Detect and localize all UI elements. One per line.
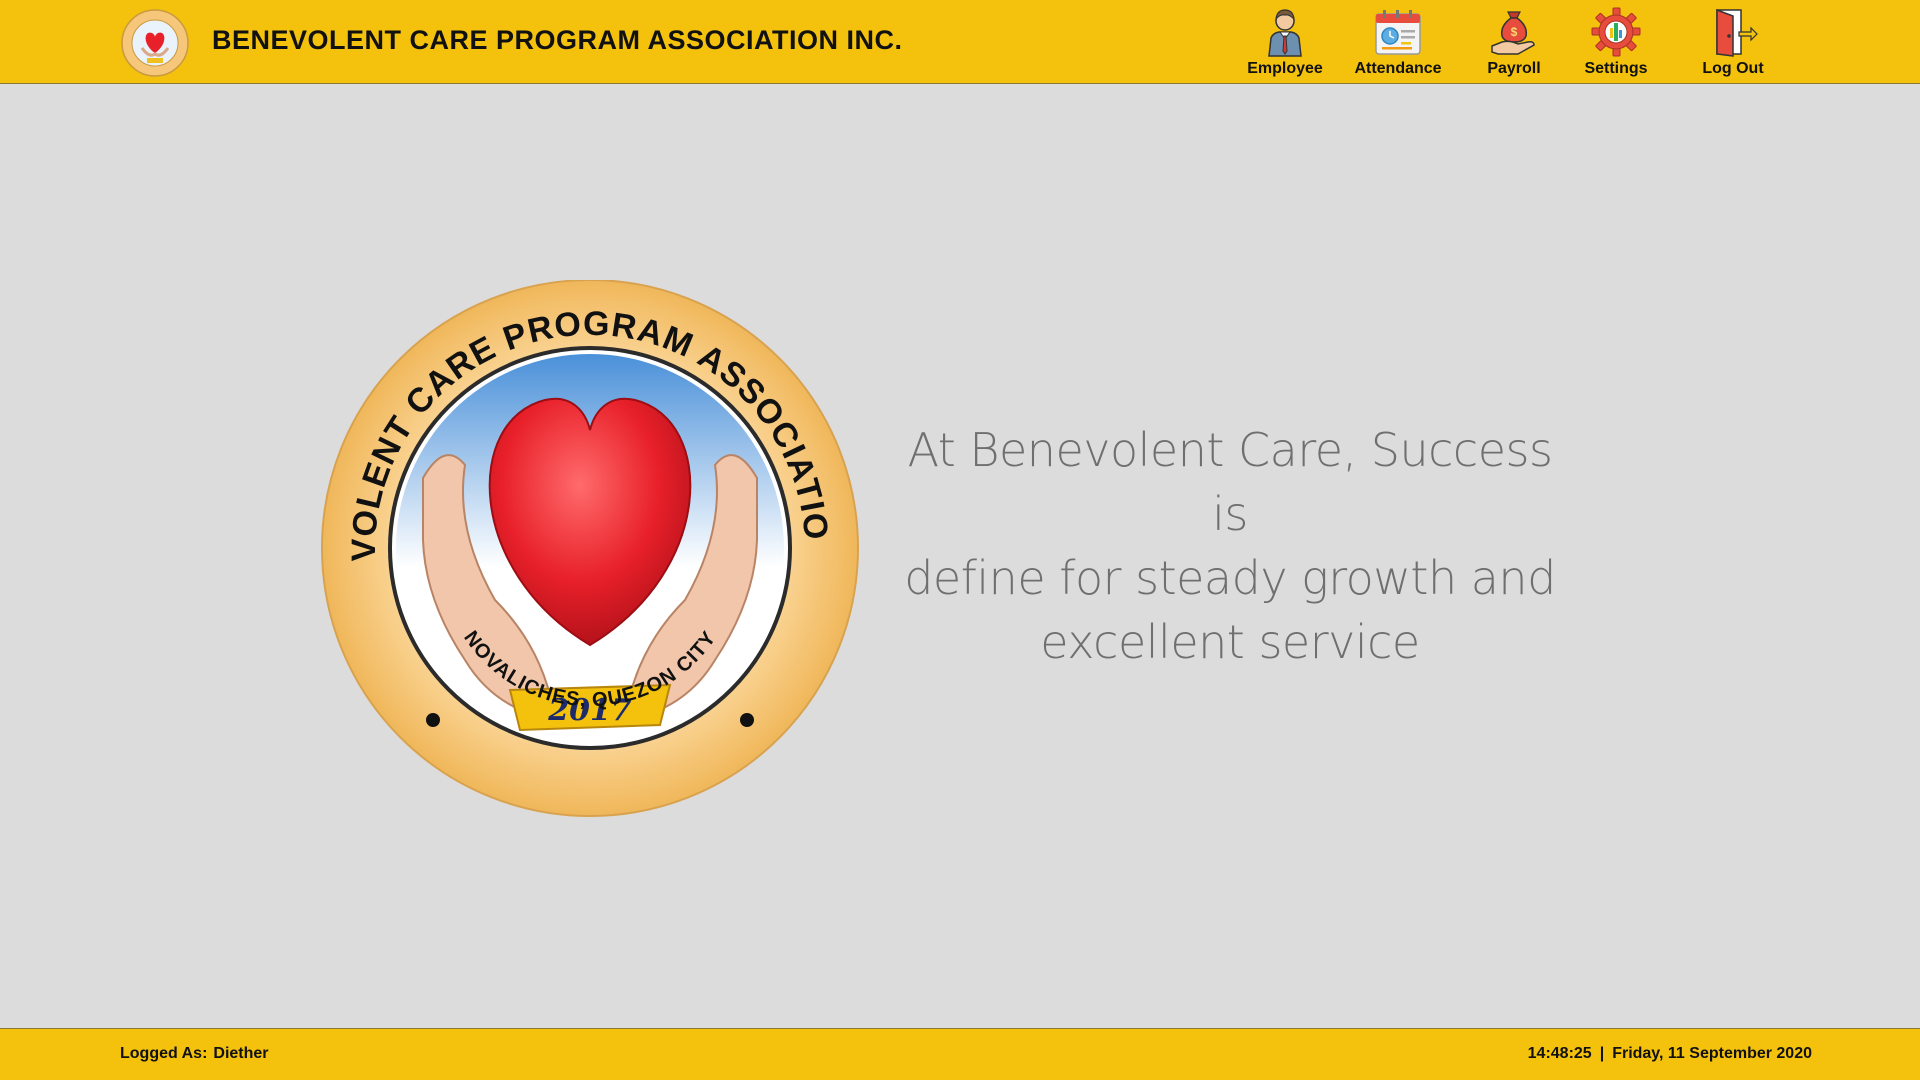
clock-time: 14:48:25 — [1527, 1045, 1592, 1062]
tagline-line-3: excellent service — [1040, 615, 1420, 669]
datetime-separator: | — [1599, 1045, 1605, 1062]
status-bar: Logged As: Diether 14:48:25 | Friday, 11 Se… — [0, 1028, 1920, 1080]
app-title: BENEVOLENT CARE PROGRAM ASSOCIATION INC. — [212, 25, 903, 55]
svg-text:$: $ — [1511, 25, 1518, 39]
nav-logout[interactable]: Log Out — [1678, 6, 1788, 82]
employee-icon — [1268, 9, 1302, 57]
exit-door-icon — [1716, 8, 1758, 57]
datetime: 14:48:25 | Friday, 11 September 2020 — [1528, 1045, 1812, 1063]
association-logo-icon — [121, 9, 189, 77]
logged-as-label: Logged As: — [120, 1045, 208, 1062]
tagline-line-2: define for steady growth and — [904, 551, 1556, 605]
nav-attendance[interactable]: Attendance — [1343, 6, 1453, 82]
nav-settings[interactable]: Settings — [1561, 6, 1671, 82]
tagline: At Benevolent Care, Success is define fo… — [900, 418, 1560, 674]
money-bag-hand-icon: $ — [1491, 11, 1535, 55]
tagline-line-1: At Benevolent Care, Success is — [907, 423, 1553, 541]
association-emblem: 2017 BENEVOLENT CARE PROGRAM ASSOCIATION… — [315, 280, 859, 817]
calendar-icon — [1375, 10, 1421, 55]
top-bar: BENEVOLENT CARE PROGRAM ASSOCIATION INC.… — [0, 0, 1920, 84]
logged-as: Logged As: Diether — [120, 1045, 275, 1063]
nav-employee[interactable]: Employee — [1230, 6, 1340, 82]
nav-employee-label: Employee — [1247, 60, 1323, 77]
logged-user-name: Diether — [213, 1045, 269, 1062]
nav-payroll-label: Payroll — [1487, 60, 1541, 77]
nav-settings-label: Settings — [1584, 60, 1648, 77]
clock-date: Friday, 11 September 2020 — [1612, 1045, 1812, 1062]
nav-payroll[interactable]: $ Payroll — [1459, 6, 1569, 82]
nav-logout-label: Log Out — [1702, 60, 1764, 77]
gear-icon — [1591, 7, 1641, 57]
nav-attendance-label: Attendance — [1354, 60, 1442, 77]
